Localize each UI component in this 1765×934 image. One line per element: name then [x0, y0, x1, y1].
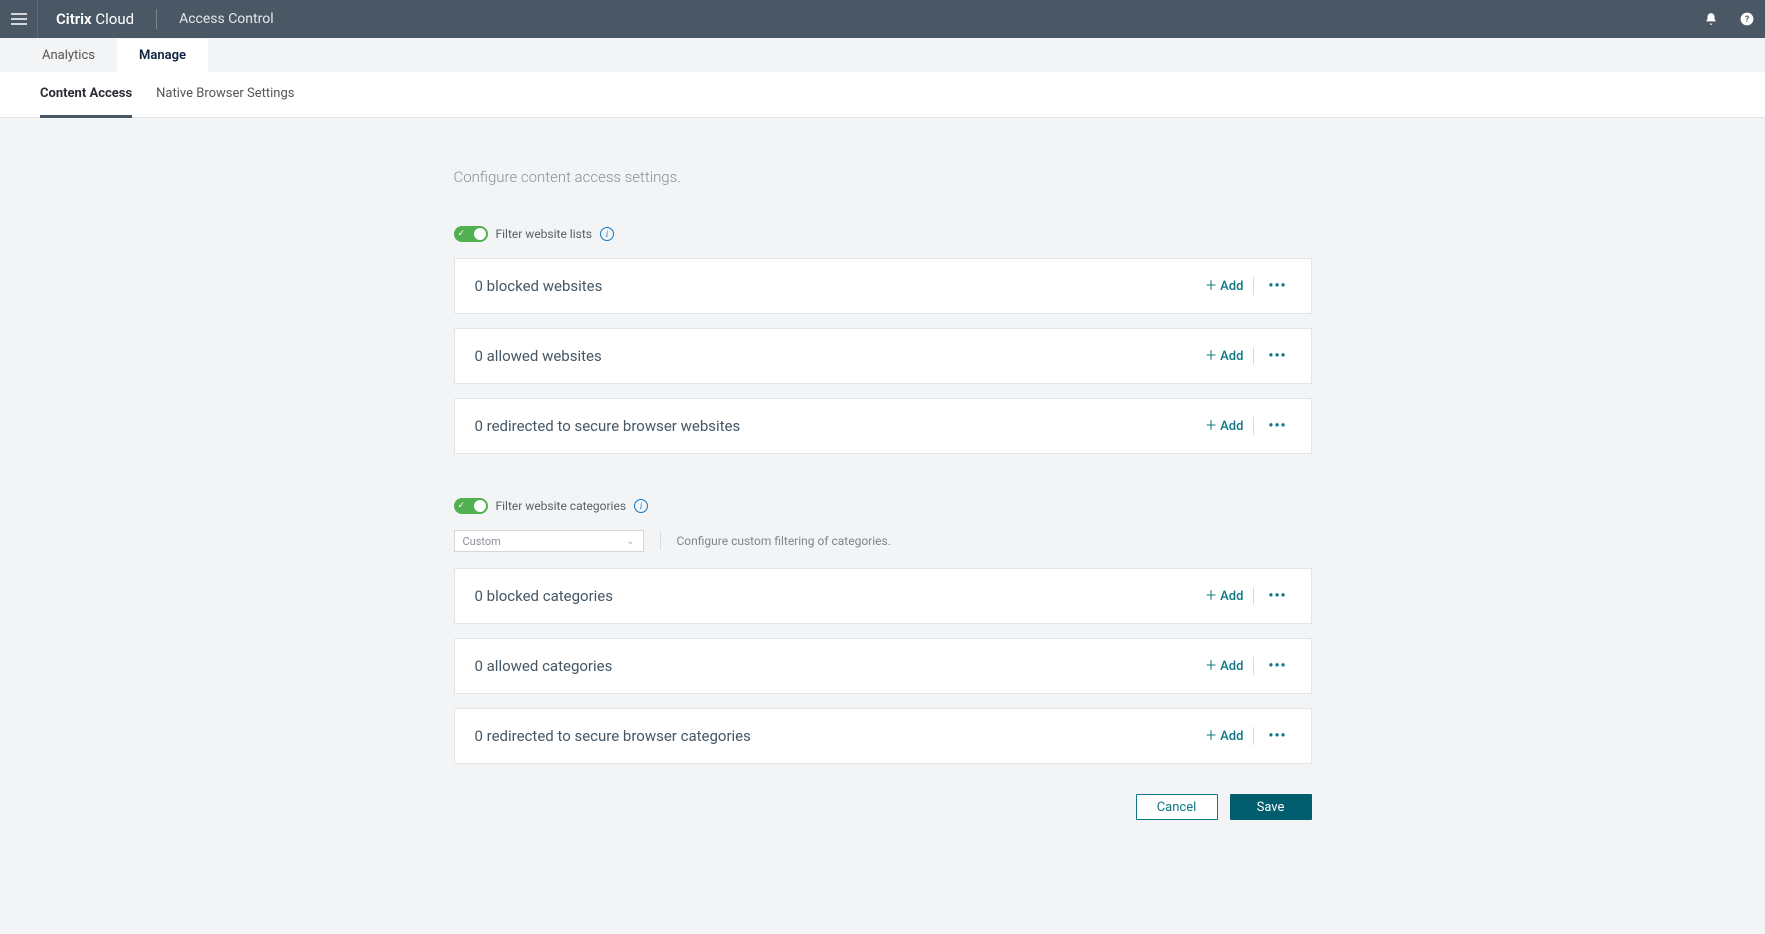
footer-buttons: Cancel Save — [454, 794, 1312, 820]
more-button[interactable]: ••• — [1264, 728, 1290, 744]
separator — [1253, 277, 1254, 295]
plus-icon: + — [1206, 657, 1216, 675]
card-title: 0 allowed categories — [475, 657, 613, 675]
card-allowed-categories: 0 allowed categories + Add ••• — [454, 638, 1312, 694]
toggle-row-website-lists: ✓ Filter website lists i — [454, 226, 1312, 242]
check-icon: ✓ — [458, 502, 466, 511]
info-icon[interactable]: i — [634, 499, 648, 513]
topbar: Citrix Cloud Access Control ? — [0, 0, 1765, 38]
toggle-row-website-categories: ✓ Filter website categories i — [454, 498, 1312, 514]
page-intro: Configure content access settings. — [454, 168, 1312, 186]
separator — [1253, 727, 1254, 745]
card-actions: + Add ••• — [1206, 347, 1291, 365]
toggle-label-website-categories: Filter website categories — [496, 499, 627, 513]
save-button[interactable]: Save — [1230, 794, 1312, 820]
separator — [1253, 417, 1254, 435]
more-button[interactable]: ••• — [1264, 418, 1290, 434]
add-button[interactable]: + Add — [1206, 657, 1243, 675]
plus-icon: + — [1206, 727, 1216, 745]
ellipsis-icon: ••• — [1268, 588, 1286, 604]
header-section-title: Access Control — [161, 11, 292, 27]
tab-manage[interactable]: Manage — [117, 39, 208, 72]
info-icon[interactable]: i — [600, 227, 614, 241]
add-button[interactable]: + Add — [1206, 727, 1243, 745]
secondary-bar: Content Access Native Browser Settings — [0, 72, 1765, 118]
card-title: 0 redirected to secure browser categorie… — [475, 727, 751, 745]
ellipsis-icon: ••• — [1268, 418, 1286, 434]
card-blocked-categories: 0 blocked categories + Add ••• — [454, 568, 1312, 624]
card-title: 0 allowed websites — [475, 347, 602, 365]
add-label: Add — [1220, 659, 1243, 674]
add-button[interactable]: + Add — [1206, 347, 1243, 365]
brand-bold: Citrix — [56, 10, 92, 28]
more-button[interactable]: ••• — [1264, 348, 1290, 364]
separator — [1253, 657, 1254, 675]
ellipsis-icon: ••• — [1268, 728, 1286, 744]
ellipsis-icon: ••• — [1268, 278, 1286, 294]
add-label: Add — [1220, 349, 1243, 364]
add-button[interactable]: + Add — [1206, 417, 1243, 435]
check-icon: ✓ — [458, 230, 466, 239]
cancel-button[interactable]: Cancel — [1136, 794, 1218, 820]
help-button[interactable]: ? — [1729, 0, 1765, 38]
add-button[interactable]: + Add — [1206, 587, 1243, 605]
toggle-website-lists[interactable]: ✓ — [454, 226, 488, 242]
brand: Citrix Cloud — [38, 10, 152, 28]
menu-button[interactable] — [0, 0, 38, 38]
separator — [1253, 587, 1254, 605]
card-title: 0 blocked categories — [475, 587, 614, 605]
more-button[interactable]: ••• — [1264, 658, 1290, 674]
separator — [1253, 347, 1254, 365]
primary-tabs: Analytics Manage — [0, 38, 1765, 72]
toggle-label-website-lists: Filter website lists — [496, 227, 592, 241]
help-icon: ? — [1740, 12, 1754, 26]
ellipsis-icon: ••• — [1268, 348, 1286, 364]
content: Configure content access settings. ✓ Fil… — [454, 118, 1312, 860]
chevron-down-icon: ⌄ — [626, 536, 634, 547]
add-label: Add — [1220, 419, 1243, 434]
toggle-website-categories[interactable]: ✓ — [454, 498, 488, 514]
category-preset-select[interactable]: Custom ⌄ — [454, 530, 644, 552]
add-label: Add — [1220, 729, 1243, 744]
card-title: 0 redirected to secure browser websites — [475, 417, 741, 435]
divider — [156, 9, 157, 29]
card-redirected-websites: 0 redirected to secure browser websites … — [454, 398, 1312, 454]
svg-text:?: ? — [1745, 15, 1750, 25]
card-title: 0 blocked websites — [475, 277, 603, 295]
add-label: Add — [1220, 589, 1243, 604]
tab-analytics[interactable]: Analytics — [20, 39, 117, 72]
category-select-description: Configure custom filtering of categories… — [677, 534, 891, 548]
card-actions: + Add ••• — [1206, 657, 1291, 675]
card-allowed-websites: 0 allowed websites + Add ••• — [454, 328, 1312, 384]
hamburger-icon — [11, 13, 27, 25]
separator — [660, 532, 661, 550]
subtab-content-access[interactable]: Content Access — [40, 72, 132, 118]
notifications-button[interactable] — [1693, 0, 1729, 38]
brand-light: Cloud — [95, 10, 134, 28]
card-actions: + Add ••• — [1206, 417, 1291, 435]
card-blocked-websites: 0 blocked websites + Add ••• — [454, 258, 1312, 314]
card-actions: + Add ••• — [1206, 587, 1291, 605]
category-select-row: Custom ⌄ Configure custom filtering of c… — [454, 530, 1312, 552]
bell-icon — [1704, 12, 1718, 26]
plus-icon: + — [1206, 587, 1216, 605]
subtab-native-browser-settings[interactable]: Native Browser Settings — [156, 72, 294, 118]
plus-icon: + — [1206, 277, 1216, 295]
card-redirected-categories: 0 redirected to secure browser categorie… — [454, 708, 1312, 764]
select-value: Custom — [463, 535, 501, 548]
plus-icon: + — [1206, 347, 1216, 365]
add-label: Add — [1220, 279, 1243, 294]
plus-icon: + — [1206, 417, 1216, 435]
more-button[interactable]: ••• — [1264, 588, 1290, 604]
add-button[interactable]: + Add — [1206, 277, 1243, 295]
card-actions: + Add ••• — [1206, 277, 1291, 295]
ellipsis-icon: ••• — [1268, 658, 1286, 674]
card-actions: + Add ••• — [1206, 727, 1291, 745]
more-button[interactable]: ••• — [1264, 278, 1290, 294]
